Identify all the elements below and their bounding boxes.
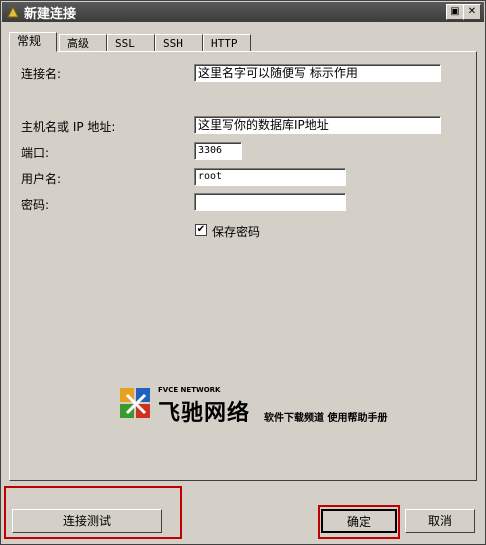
save-password-checkbox[interactable]: ✔ — [195, 224, 207, 236]
connection-name-label: 连接名: — [21, 67, 62, 81]
connection-name-input[interactable]: 这里名字可以随便写 标示作用 — [194, 64, 441, 82]
port-label: 端口: — [21, 146, 50, 160]
tab-advanced[interactable]: 高级 — [59, 34, 107, 51]
cancel-button[interactable]: 取消 — [405, 509, 475, 533]
tab-ssl[interactable]: SSL — [107, 34, 155, 51]
save-password-label: 保存密码 — [212, 225, 261, 239]
host-input[interactable]: 这里写你的数据库IP地址 — [194, 116, 441, 134]
restore-button[interactable]: ▣ — [446, 4, 464, 20]
username-input[interactable]: root — [194, 168, 346, 186]
app-icon — [7, 5, 19, 18]
logo-network-text: FVCE NETWORK — [158, 386, 221, 394]
logo-brand-text: 飞驰网络 — [158, 401, 251, 426]
tab-http[interactable]: HTTP — [203, 34, 251, 51]
port-input[interactable]: 3306 — [194, 142, 242, 160]
window-title: 新建连接 — [24, 6, 77, 22]
fvce-logo: FVCE NETWORK 飞驰网络 软件下载频道 使用帮助手册 — [118, 386, 418, 426]
test-connection-highlight — [4, 486, 182, 539]
host-label: 主机名或 IP 地址: — [21, 120, 116, 134]
password-label: 密码: — [21, 198, 50, 212]
new-connection-dialog: 新建连接 ▣ ✕ 常规 高级 SSL SSH HTTP 连接名: 这里名字可以随… — [0, 0, 486, 545]
fvce-logo-icon — [120, 388, 150, 418]
title-bar: 新建连接 ▣ ✕ — [2, 2, 484, 22]
tab-general[interactable]: 常规 — [9, 32, 57, 52]
close-button[interactable]: ✕ — [463, 4, 481, 20]
username-label: 用户名: — [21, 172, 62, 186]
ok-highlight — [318, 505, 400, 539]
logo-slogan-text: 软件下载频道 使用帮助手册 — [264, 413, 388, 424]
tab-ssh[interactable]: SSH — [155, 34, 203, 51]
password-input[interactable] — [194, 193, 346, 211]
